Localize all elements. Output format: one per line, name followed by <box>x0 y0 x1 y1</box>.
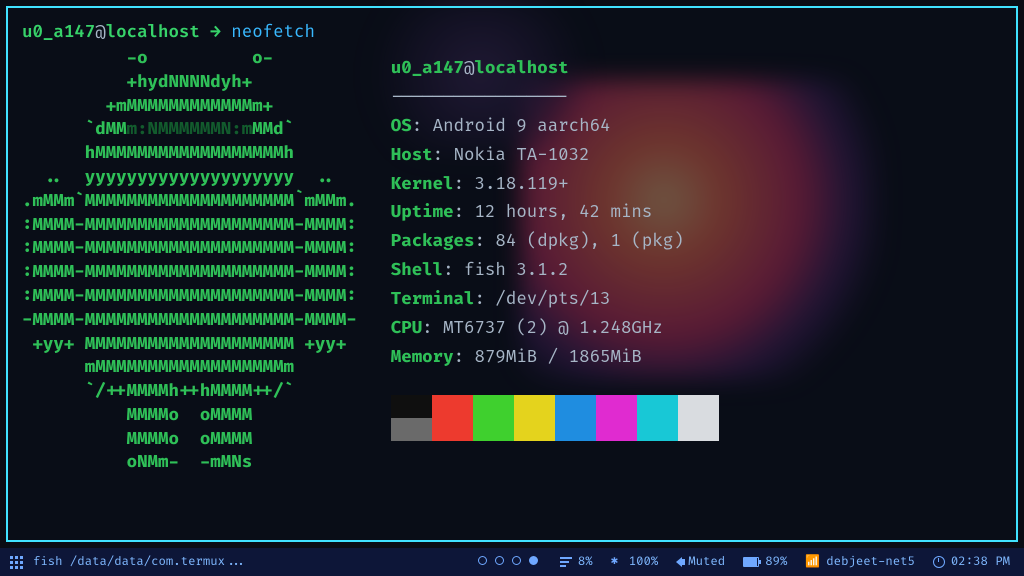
color-swatch <box>514 418 555 441</box>
ascii-logo: -o o- +hydNNNNdyh+ +mMMMMMMMMMMMMm+ `dMM… <box>22 47 357 475</box>
info-row: Terminal: /dev/pts/13 <box>391 286 719 315</box>
color-swatch <box>391 395 432 418</box>
cpu-widget[interactable]: 8% <box>560 554 593 570</box>
neofetch-output: -o o- +hydNNNNdyh+ +mMMMMMMMMMMMMm+ `dMM… <box>22 47 1008 475</box>
prompt-at: @ <box>95 22 105 43</box>
wifi-icon: 📶 <box>805 554 820 570</box>
info-user: u0_a147 <box>391 58 464 79</box>
battery-icon <box>743 557 759 567</box>
system-info: u0_a147@localhost ----------------- OS: … <box>391 47 719 475</box>
workspace-indicator[interactable] <box>474 554 542 570</box>
color-swatch <box>473 395 514 418</box>
color-swatch <box>432 418 473 441</box>
color-swatch <box>637 418 678 441</box>
color-swatch <box>514 395 555 418</box>
info-row: Kernel: 3.18.119+ <box>391 171 719 200</box>
prompt-arrow: → <box>210 22 220 43</box>
color-swatch <box>391 418 432 441</box>
clock-icon <box>933 556 945 568</box>
info-row: Packages: 84 (dpkg), 1 (pkg) <box>391 228 719 257</box>
color-swatch <box>678 418 719 441</box>
color-swatches <box>391 395 719 441</box>
wifi-widget[interactable]: 📶debjeet-net5 <box>805 554 915 570</box>
battery-widget[interactable]: 89% <box>743 554 787 570</box>
audio-widget[interactable]: Muted <box>676 554 725 570</box>
clock-widget[interactable]: 02:38 PM <box>933 554 1010 570</box>
prompt-host: localhost <box>106 22 200 43</box>
color-swatch <box>432 395 473 418</box>
info-row: Memory: 879MiB / 1865MiB <box>391 344 719 373</box>
color-swatch <box>555 418 596 441</box>
info-host: localhost <box>474 58 568 79</box>
info-divider: ----------------- <box>391 84 719 113</box>
prompt-user: u0_a147 <box>22 22 95 43</box>
prompt-line[interactable]: u0_a147@localhost → neofetch <box>22 22 1008 45</box>
color-swatch <box>596 418 637 441</box>
color-swatch <box>473 418 514 441</box>
prompt-command: neofetch <box>231 22 315 43</box>
color-swatch <box>637 395 678 418</box>
color-swatch <box>555 395 596 418</box>
color-swatch <box>678 395 719 418</box>
cpu-icon <box>560 557 572 567</box>
color-swatch <box>596 395 637 418</box>
speaker-icon <box>676 557 682 567</box>
status-bar: fish /data/data/com.termux... 8% 100% Mu… <box>0 548 1024 576</box>
info-row: Uptime: 12 hours, 42 mins <box>391 199 719 228</box>
taskbar-task[interactable]: fish /data/data/com.termux... <box>33 554 247 570</box>
apps-icon[interactable] <box>10 556 23 569</box>
terminal-window[interactable]: u0_a147@localhost → neofetch -o o- +hydN… <box>6 6 1018 542</box>
info-row: Shell: fish 3.1.2 <box>391 257 719 286</box>
brightness-icon <box>611 556 623 568</box>
brightness-widget[interactable]: 100% <box>611 554 659 570</box>
info-row: CPU: MT6737 (2) @ 1.248GHz <box>391 315 719 344</box>
info-row: Host: Nokia TA-1032 <box>391 142 719 171</box>
info-row: OS: Android 9 aarch64 <box>391 113 719 142</box>
